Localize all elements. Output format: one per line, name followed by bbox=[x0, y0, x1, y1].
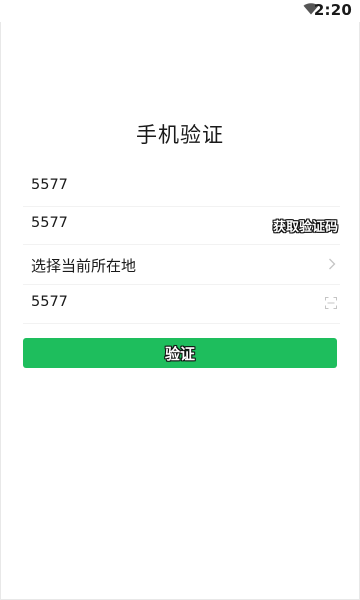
page-title: 手机验证 bbox=[136, 123, 224, 147]
code-field-value: 5577 bbox=[31, 215, 68, 231]
frame-edge-left bbox=[0, 0, 1, 600]
chevron-right-icon bbox=[329, 258, 336, 270]
scan-icon[interactable] bbox=[325, 297, 337, 309]
phone-field-value: 5577 bbox=[31, 177, 68, 193]
verify-button[interactable]: 验证 bbox=[23, 338, 337, 368]
get-code-button[interactable]: 获取验证码 bbox=[273, 216, 338, 235]
location-selector[interactable]: 选择当前所在地 bbox=[23, 244, 340, 285]
code-field[interactable]: 5577 获取验证码 bbox=[23, 206, 340, 245]
status-bar: 2:20 bbox=[0, 0, 360, 22]
extra-field[interactable]: 5577 bbox=[23, 285, 340, 324]
phone-field[interactable]: 5577 bbox=[23, 168, 340, 207]
extra-field-value: 5577 bbox=[31, 294, 68, 310]
location-selector-label: 选择当前所在地 bbox=[31, 257, 137, 275]
status-time: 2:20 bbox=[313, 1, 352, 19]
verify-button-label: 验证 bbox=[164, 346, 195, 363]
